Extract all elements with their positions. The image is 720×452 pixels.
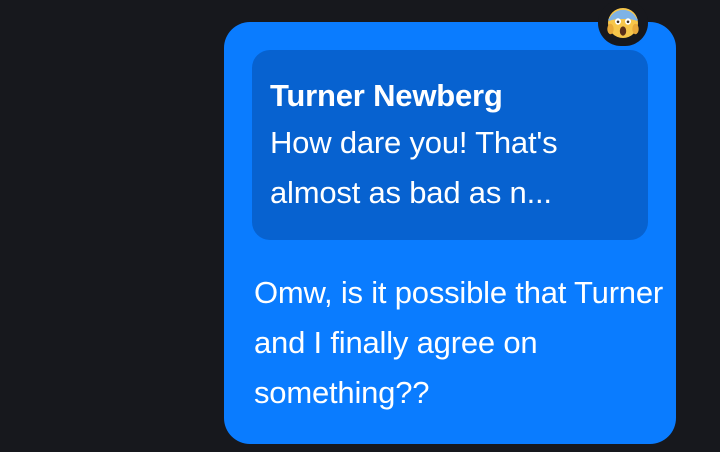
chat-area: Turner Newberg How dare you! That's almo… <box>0 0 720 452</box>
message-text: Omw, is it possible that Turner and I fi… <box>254 275 664 410</box>
quoted-author: Turner Newberg <box>270 78 503 113</box>
message-bubble[interactable]: Turner Newberg How dare you! That's almo… <box>224 22 676 444</box>
reaction-badge[interactable] <box>598 0 648 46</box>
screaming-face-emoji-icon <box>607 8 639 38</box>
quoted-text: How dare you! That's almost as bad as n.… <box>270 125 558 210</box>
quoted-reply[interactable]: Turner Newberg How dare you! That's almo… <box>252 50 648 240</box>
